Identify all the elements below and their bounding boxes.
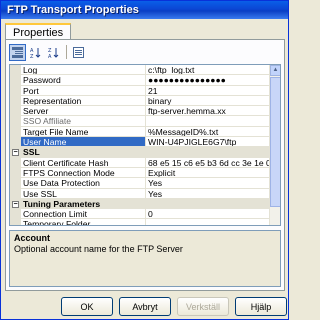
gutter [10, 137, 21, 148]
property-value[interactable]: %MessageID%.txt [146, 127, 280, 138]
gutter: − [10, 147, 21, 158]
property-name: Use SSL [21, 188, 146, 199]
gutter [10, 85, 21, 96]
property-row[interactable]: Log c:\ftp_log.txt [10, 65, 280, 76]
sort-za-icon[interactable]: ZA [45, 44, 62, 61]
property-row[interactable]: SSO Affiliate [10, 116, 280, 127]
category-label: SSL [23, 147, 40, 158]
gutter [10, 188, 21, 199]
property-grid-toolbar: AZ ZA [9, 43, 88, 61]
ok-button[interactable]: OK [61, 297, 113, 316]
property-grid-rows: Log c:\ftp_log.txt Password ●●●●●●●●●●●●●●●… [10, 65, 280, 225]
property-value[interactable]: WIN-U4PJIGLE6G7\ftp [146, 137, 280, 148]
property-value[interactable]: 0 [146, 209, 280, 220]
property-value[interactable] [146, 116, 280, 127]
property-value[interactable]: Yes [146, 178, 280, 189]
property-row[interactable]: Port 21 [10, 85, 280, 96]
apply-button[interactable]: Verkställ [177, 297, 229, 316]
description-text: Optional account name for the FTP Server [14, 244, 183, 254]
property-row[interactable]: Server ftp-server.hemma.xx [10, 106, 280, 117]
gutter [10, 75, 21, 86]
category-label: Tuning Parameters [23, 198, 101, 209]
property-row[interactable]: Use Data Protection Yes [10, 178, 280, 189]
toolbar-separator [66, 45, 67, 59]
gutter [10, 157, 21, 168]
sort-az-icon[interactable]: AZ [27, 44, 44, 61]
properties-panel: AZ ZA Log c:\ftp_log.txt Password ●●●●●●●●●… [5, 39, 285, 291]
collapse-minus-icon[interactable]: − [12, 200, 19, 208]
property-name: Representation [21, 95, 146, 107]
help-button[interactable]: Hjälp [235, 297, 287, 316]
property-pages-icon[interactable] [70, 44, 87, 61]
property-value[interactable] [146, 219, 280, 225]
property-value[interactable]: binary [146, 96, 280, 107]
property-name: Port [21, 85, 146, 96]
property-name: Connection Limit [21, 209, 146, 220]
property-name: Use Data Protection [21, 178, 146, 189]
description-title: Account [14, 233, 50, 243]
property-grid: Log c:\ftp_log.txt Password ●●●●●●●●●●●●●●●… [9, 64, 281, 226]
property-value[interactable]: 68 e5 15 c6 e5 b3 6d cc 3e 1e 0 [146, 158, 280, 168]
property-row[interactable]: Use SSL Yes [10, 188, 280, 199]
description-pane: Account Optional account name for the FT… [9, 230, 281, 287]
window-title: FTP Transport Properties [7, 4, 139, 16]
property-name: FTPS Connection Mode [21, 167, 146, 179]
property-name: Target File Name [21, 126, 146, 138]
gutter: − [10, 198, 21, 210]
gutter [10, 209, 21, 220]
property-value[interactable]: 21 [146, 86, 280, 96]
property-value[interactable]: c:\ftp_log.txt [146, 65, 280, 76]
property-row[interactable]: User Name WIN-U4PJIGLE6G7\ftp [10, 137, 280, 148]
vertical-scrollbar[interactable]: ▲ [269, 65, 280, 225]
svg-text:A: A [48, 54, 52, 58]
property-row[interactable]: Representation binary [10, 95, 280, 107]
scroll-up-arrow-icon[interactable]: ▲ [270, 65, 280, 76]
property-row[interactable]: Target File Name %MessageID%.txt [10, 126, 280, 138]
dialog-buttons: OK Avbryt Verkställ Hjälp [1, 297, 290, 317]
gutter [10, 167, 21, 179]
gutter [10, 65, 21, 76]
scrollbar-thumb[interactable] [270, 77, 280, 207]
title-bar[interactable]: FTP Transport Properties [1, 1, 288, 19]
property-value[interactable]: ftp-server.hemma.xx [146, 106, 280, 117]
property-name: Server [21, 106, 146, 117]
gutter [10, 126, 21, 138]
categorized-icon[interactable] [9, 43, 26, 61]
property-row[interactable]: Password ●●●●●●●●●●●●●●● [10, 75, 280, 86]
property-row[interactable]: FTPS Connection Mode Explicit [10, 167, 280, 179]
gutter [10, 116, 21, 127]
property-name: User Name [21, 137, 146, 148]
gutter [10, 178, 21, 189]
property-name: Log [21, 65, 146, 76]
property-row[interactable]: Temporary Folder [10, 219, 280, 225]
category-row[interactable]: − Tuning Parameters [10, 198, 280, 210]
property-value[interactable]: ●●●●●●●●●●●●●●● [146, 75, 280, 86]
cancel-button[interactable]: Avbryt [119, 297, 171, 316]
ftp-transport-properties-dialog: FTP Transport Properties Properties AZ Z… [0, 0, 289, 320]
property-row[interactable]: Connection Limit 0 [10, 209, 280, 220]
property-value[interactable]: Explicit [146, 168, 280, 179]
property-name: Client Certificate Hash [21, 157, 146, 168]
gutter [10, 95, 21, 107]
gutter [10, 106, 21, 117]
svg-text:Z: Z [30, 54, 34, 58]
property-value[interactable]: Yes [146, 189, 280, 199]
gutter [10, 219, 21, 225]
collapse-minus-icon[interactable]: − [12, 149, 19, 157]
property-name: Password [21, 75, 146, 86]
category-row[interactable]: − SSL [10, 147, 280, 158]
property-name: SSO Affiliate [21, 116, 146, 127]
property-name: Temporary Folder [21, 219, 146, 225]
property-row[interactable]: Client Certificate Hash 68 e5 15 c6 e5 b3… [10, 157, 280, 168]
